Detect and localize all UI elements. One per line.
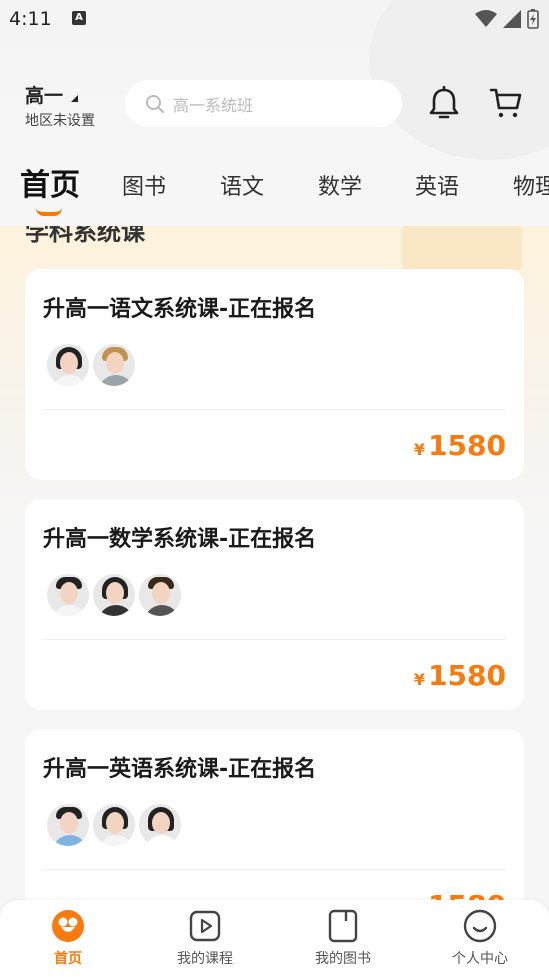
battery-icon [527, 9, 539, 29]
tab-home[interactable]: 首页 [20, 160, 80, 204]
subject-tabs: 首页 图书 语文 数学 英语 物理 [0, 155, 549, 215]
nav-label: 我的图书 [315, 951, 371, 967]
avatar [137, 572, 183, 618]
wifi-icon [475, 10, 497, 27]
currency-symbol: ¥ [413, 440, 426, 459]
status-time: 4:11 [9, 8, 52, 30]
nav-my-books[interactable]: 我的图书 [293, 908, 393, 968]
course-price: ¥1580 [414, 429, 506, 462]
course-price: ¥1580 [414, 659, 506, 692]
book-icon [328, 909, 358, 943]
search-icon [146, 94, 164, 113]
course-title: 升高一英语系统课-正在报名 [43, 757, 317, 782]
card-divider [43, 409, 506, 410]
nav-label: 个人中心 [452, 951, 508, 967]
caret-down-icon [71, 94, 79, 102]
active-tab-indicator [36, 208, 62, 216]
cart-icon[interactable] [489, 86, 523, 120]
teacher-avatars [45, 802, 183, 848]
tab-physics[interactable]: 物理 [513, 169, 549, 201]
card-divider [43, 639, 506, 640]
avatar [45, 572, 91, 618]
grade-label: 高一 [25, 85, 64, 107]
notification-a-icon: A [72, 11, 86, 25]
tab-chinese[interactable]: 语文 [220, 169, 264, 201]
nav-label: 我的课程 [177, 951, 233, 967]
nav-profile[interactable]: 个人中心 [430, 908, 530, 968]
avatar [45, 802, 91, 848]
price-value: 1580 [428, 659, 506, 692]
nav-label: 首页 [54, 951, 82, 967]
avatar [137, 802, 183, 848]
nav-home[interactable]: 首页 [18, 908, 118, 968]
search-placeholder: 高一系统班 [173, 95, 254, 115]
bottom-navigation: 首页 我的课程 我的图书 个人中心 [0, 900, 549, 977]
search-input[interactable]: 高一系统班 [125, 80, 402, 127]
currency-symbol: ¥ [413, 670, 426, 689]
nav-my-courses[interactable]: 我的课程 [155, 908, 255, 968]
signal-icon [503, 10, 521, 28]
status-bar: 4:11 A [0, 0, 549, 38]
section-title: 学科系统课 [25, 226, 145, 246]
smile-icon [463, 909, 497, 943]
avatar [91, 572, 137, 618]
grade-selector[interactable]: 高一 [25, 81, 79, 108]
status-icons [475, 9, 539, 29]
price-value: 1580 [428, 429, 506, 462]
avatar [91, 342, 137, 388]
tab-english[interactable]: 英语 [415, 169, 459, 201]
course-title: 升高一语文系统课-正在报名 [43, 297, 317, 322]
avatar [91, 802, 137, 848]
teacher-avatars [45, 572, 183, 618]
bell-icon[interactable] [428, 86, 460, 120]
teacher-avatars [45, 342, 137, 388]
home-icon [52, 910, 84, 942]
tab-math[interactable]: 数学 [318, 169, 362, 201]
card-divider [43, 869, 506, 870]
play-icon [189, 910, 221, 942]
course-card[interactable]: 升高一数学系统课-正在报名 ¥1580 [25, 499, 524, 710]
region-label[interactable]: 地区未设置 [25, 110, 95, 130]
tab-books[interactable]: 图书 [122, 169, 166, 201]
avatar [45, 342, 91, 388]
book-illustration [402, 226, 522, 270]
course-card[interactable]: 升高一语文系统课-正在报名 ¥1580 [25, 269, 524, 480]
course-title: 升高一数学系统课-正在报名 [43, 527, 317, 552]
